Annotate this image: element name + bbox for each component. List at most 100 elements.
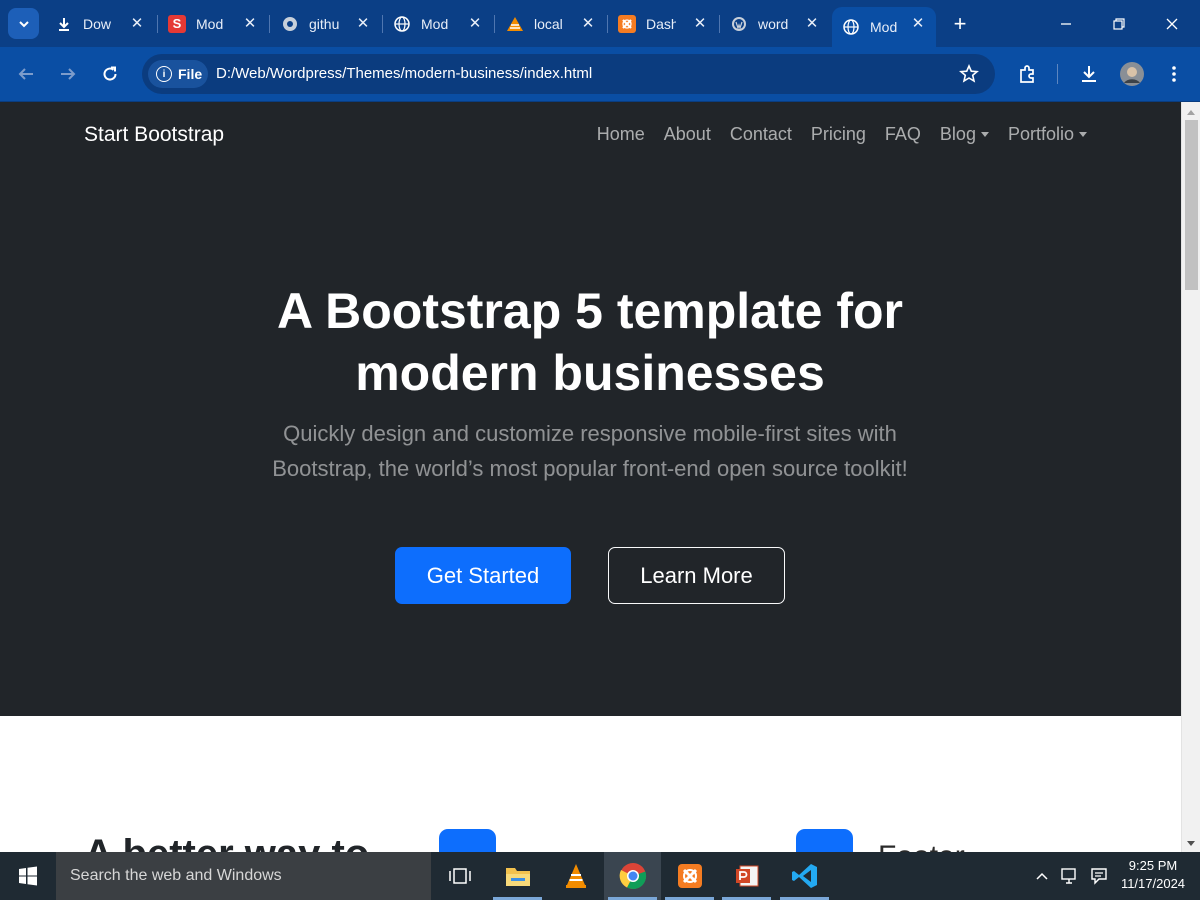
tray-overflow-button[interactable] <box>1032 852 1052 900</box>
close-window-button[interactable] <box>1158 10 1186 38</box>
download-icon <box>55 15 73 33</box>
tab-search-button[interactable] <box>8 8 39 39</box>
nav-link-home[interactable]: Home <box>597 124 645 145</box>
download-icon <box>1082 66 1096 82</box>
scroll-down-arrow-icon[interactable] <box>1187 841 1195 846</box>
taskbar-powerpoint[interactable] <box>718 852 775 900</box>
nav-link-label: About <box>663 124 711 144</box>
tab-title: Mod <box>421 15 449 32</box>
close-tab-icon[interactable]: ✕ <box>355 15 371 32</box>
nav-link-pricing[interactable]: Pricing <box>811 124 866 145</box>
close-tab-icon[interactable]: ✕ <box>467 15 483 32</box>
nav-link-about[interactable]: About <box>664 124 711 145</box>
get-started-button[interactable]: Get Started <box>395 547 571 604</box>
network-button[interactable] <box>1058 852 1082 900</box>
tab-separator <box>382 15 383 33</box>
close-tab-icon[interactable]: ✕ <box>242 15 258 32</box>
s-logo-icon: S <box>168 14 186 33</box>
forward-button[interactable] <box>54 60 82 88</box>
powerpoint-icon <box>735 865 758 887</box>
globe-icon <box>393 15 411 33</box>
taskbar-chrome[interactable] <box>604 852 661 900</box>
nav-link-label: FAQ <box>884 124 921 144</box>
url-text[interactable]: D:/Web/Wordpress/Themes/modern-business/… <box>216 65 592 82</box>
tab-title: Mod <box>870 19 898 35</box>
notifications-button[interactable] <box>1087 852 1111 900</box>
new-tab-button[interactable]: + <box>948 11 972 36</box>
tab-title: Dash <box>646 15 676 32</box>
file-explorer-icon <box>505 868 530 886</box>
taskbar-vlc[interactable] <box>547 852 604 900</box>
tab-title: githu <box>309 15 339 32</box>
nav-link-label: Portfolio <box>1007 124 1074 144</box>
restore-icon <box>1113 18 1125 30</box>
caret-down-icon <box>980 132 989 137</box>
tab-dashboard[interactable]: Dash ✕ <box>618 8 718 39</box>
tab-github[interactable]: githu ✕ <box>281 8 381 39</box>
nav-link-contact[interactable]: Contact <box>730 124 792 145</box>
task-view-button[interactable] <box>431 852 488 900</box>
address-bar[interactable]: i File D:/Web/Wordpress/Themes/modern-bu… <box>142 54 995 94</box>
xampp-icon <box>618 14 636 33</box>
nav-dropdown-portfolio[interactable]: Portfolio <box>1008 124 1087 145</box>
action-center-icon <box>1091 868 1107 885</box>
scroll-up-arrow-icon[interactable] <box>1187 110 1195 115</box>
taskbar-vscode[interactable] <box>776 852 833 900</box>
close-tab-icon[interactable]: ✕ <box>804 15 820 32</box>
restore-button[interactable] <box>1105 10 1133 38</box>
hero-title: A Bootstrap 5 template for modern busine… <box>276 283 903 401</box>
scrollbar-thumb[interactable] <box>1185 120 1198 290</box>
tab-modern-globe[interactable]: Mod ✕ <box>393 8 493 39</box>
reload-icon <box>103 66 117 81</box>
feature-icon-collection <box>439 829 496 852</box>
nav-link-label: Home <box>596 124 645 144</box>
reload-button[interactable] <box>96 60 124 88</box>
taskbar-file-explorer[interactable] <box>489 852 546 900</box>
tab-downloads[interactable]: Dow ✕ <box>55 8 155 39</box>
network-icon <box>1061 868 1076 884</box>
nav-dropdown-blog[interactable]: Blog <box>940 124 989 145</box>
task-view-icon <box>448 868 471 884</box>
site-navbar: Start Bootstrap Home About Contact Prici… <box>0 102 1181 170</box>
nav-link-label: Blog <box>939 124 976 144</box>
globe-icon <box>281 15 299 33</box>
bookmark-star-icon[interactable] <box>959 64 979 84</box>
page-scrollbar[interactable] <box>1181 102 1200 852</box>
start-button[interactable] <box>0 852 56 900</box>
close-tab-icon[interactable]: ✕ <box>692 15 708 32</box>
system-clock[interactable]: 9:25 PM 11/17/2024 <box>1112 857 1194 893</box>
close-tab-icon[interactable]: ✕ <box>129 15 145 32</box>
site-info-chip[interactable]: i File <box>148 60 208 88</box>
kebab-menu-icon <box>1172 66 1176 82</box>
close-icon <box>1166 18 1178 30</box>
profile-avatar[interactable] <box>1118 60 1146 88</box>
tab-separator <box>494 15 495 33</box>
clock-date: 11/17/2024 <box>1120 876 1186 891</box>
tab-title: local <box>534 15 563 32</box>
tab-strip: Dow ✕ S Mod ✕ githu ✕ Mod ✕ local ✕ Dash… <box>0 0 1200 47</box>
back-button[interactable] <box>12 60 40 88</box>
minimize-button[interactable] <box>1052 10 1080 38</box>
nav-link-label: Pricing <box>810 124 866 144</box>
close-tab-icon[interactable]: ✕ <box>580 15 596 32</box>
downloads-button[interactable] <box>1075 60 1103 88</box>
caret-down-icon <box>1079 132 1087 137</box>
vlc-icon <box>565 864 586 888</box>
tab-localhost[interactable]: local ✕ <box>506 8 606 39</box>
page-viewport: Start Bootstrap Home About Contact Prici… <box>0 102 1181 852</box>
nav-links: Home About Contact Pricing FAQ Blog Port… <box>597 124 1087 145</box>
xampp-icon <box>677 864 702 888</box>
nav-link-faq[interactable]: FAQ <box>885 124 921 145</box>
extensions-button[interactable] <box>1013 60 1041 88</box>
tab-separator <box>157 15 158 33</box>
taskbar-search-box[interactable]: Search the web and Windows <box>56 852 431 900</box>
clock-time: 9:25 PM <box>1128 858 1178 873</box>
learn-more-button[interactable]: Learn More <box>608 547 785 604</box>
tab-modern-active[interactable]: Mod ✕ <box>832 7 936 47</box>
browser-menu-button[interactable] <box>1160 60 1188 88</box>
close-tab-icon[interactable]: ✕ <box>910 15 926 32</box>
tab-modern-s[interactable]: S Mod ✕ <box>168 8 268 39</box>
tab-wordpress[interactable]: word ✕ <box>730 8 830 39</box>
navbar-brand[interactable]: Start Bootstrap <box>84 123 224 147</box>
taskbar-xampp[interactable] <box>661 852 718 900</box>
